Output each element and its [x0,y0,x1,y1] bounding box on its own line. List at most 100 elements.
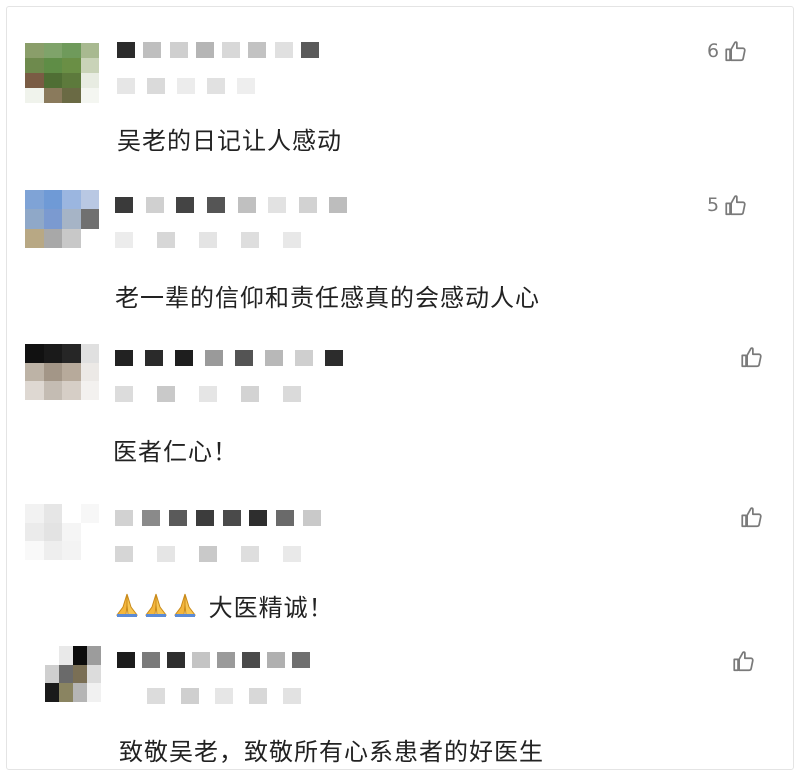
avatar-pixel [80,522,99,542]
avatar-pixel [62,504,81,523]
mosaic-block [147,78,165,94]
avatar-pixel [43,541,62,560]
mosaic-block [268,197,286,213]
mosaic-block [205,350,223,366]
mosaic-block [325,350,343,366]
avatar[interactable] [25,43,99,103]
like-count: 5 [707,194,720,216]
avatar[interactable] [25,344,99,400]
mosaic-block [223,510,241,526]
thumbs-up-icon [741,347,762,368]
avatar-pixel [45,683,59,702]
username[interactable] [115,197,360,213]
comment-item: 吴老的日记让人感动 6 [7,7,793,172]
like-button[interactable] [735,504,765,530]
mosaic-block [167,652,185,668]
mosaic-block [146,197,164,213]
mosaic-block [241,232,259,248]
mosaic-block [283,688,301,704]
avatar-pixel [62,88,81,103]
like-button[interactable]: 5 [707,192,749,218]
avatar-pixel [80,541,99,560]
avatar-pixel [45,664,59,684]
avatar-pixel [73,683,87,702]
avatar-pixel [43,522,62,542]
avatar-pixel [25,209,44,229]
avatar-pixel [87,664,101,684]
mosaic-block [157,546,175,562]
avatar-pixel [73,664,87,684]
avatar-pixel [80,58,99,73]
avatar-pixel [80,73,99,88]
avatar-pixel [80,88,99,103]
comment-text: 医者仁心！ [113,438,238,466]
username[interactable] [117,42,327,58]
mosaic-block [237,78,255,94]
avatar-pixel [62,344,81,363]
mosaic-block [235,350,253,366]
avatar-pixel [25,344,44,363]
mosaic-block [117,42,135,58]
like-button[interactable]: 6 [707,38,749,64]
mosaic-block [196,42,214,58]
avatar-pixel [43,73,62,88]
mosaic-block [238,197,256,213]
mosaic-block [199,386,217,402]
avatar-pixel [62,362,81,382]
avatar-pixel [25,58,44,73]
mosaic-block [249,688,267,704]
comment-item: 大医精诚！ [7,492,793,632]
comment-text: 老一辈的信仰和责任感真的会感动人心 [115,284,540,312]
mosaic-block [115,232,133,248]
avatar-pixel [80,344,99,363]
avatar[interactable] [25,190,99,248]
like-button[interactable] [735,344,765,370]
avatar-pixel [80,43,99,58]
comment-item: 老一辈的信仰和责任感真的会感动人心 5 [7,172,793,332]
avatar-pixel [80,381,99,400]
thumbs-up-icon [725,195,746,216]
comment-list: 吴老的日记让人感动 6 老一辈的信仰和责任感真的会感动人心 5 医者仁心！ 大医… [6,6,794,770]
avatar-pixel [62,541,81,560]
comment-item: 医者仁心！ [7,332,793,492]
comment-text-body: 大医精诚！ [208,594,334,622]
mosaic-block [181,688,199,704]
avatar-pixel [43,58,62,73]
mosaic-block [115,546,133,562]
mosaic-block [176,197,194,213]
mosaic-block [265,350,283,366]
praying-hands-emoji-group [113,593,209,622]
mosaic-block [303,510,321,526]
mosaic-block [196,510,214,526]
mosaic-block [299,197,317,213]
like-count: 6 [707,40,720,62]
mosaic-block [142,652,160,668]
avatar[interactable] [25,504,99,560]
mosaic-block [275,42,293,58]
avatar-pixel [25,228,44,248]
comment-text: 吴老的日记让人感动 [117,127,342,155]
like-button[interactable] [727,648,757,674]
avatar[interactable] [45,646,101,702]
mosaic-block [276,510,294,526]
mosaic-block [199,546,217,562]
avatar-pixel [43,381,62,400]
mosaic-block [143,42,161,58]
avatar-pixel [43,362,62,382]
username[interactable] [115,350,355,366]
comment-meta [147,688,317,704]
avatar-pixel [62,209,81,229]
mosaic-block [177,78,195,94]
thumbs-up-icon [741,507,762,528]
mosaic-block [292,652,310,668]
praying-hands-emoji [174,593,196,617]
mosaic-block [217,652,235,668]
avatar-pixel [25,381,44,400]
username[interactable] [117,652,317,668]
username[interactable] [115,510,330,526]
mosaic-block [147,688,165,704]
mosaic-block [157,232,175,248]
avatar-pixel [25,522,44,542]
mosaic-block [248,42,266,58]
avatar-pixel [25,362,44,382]
